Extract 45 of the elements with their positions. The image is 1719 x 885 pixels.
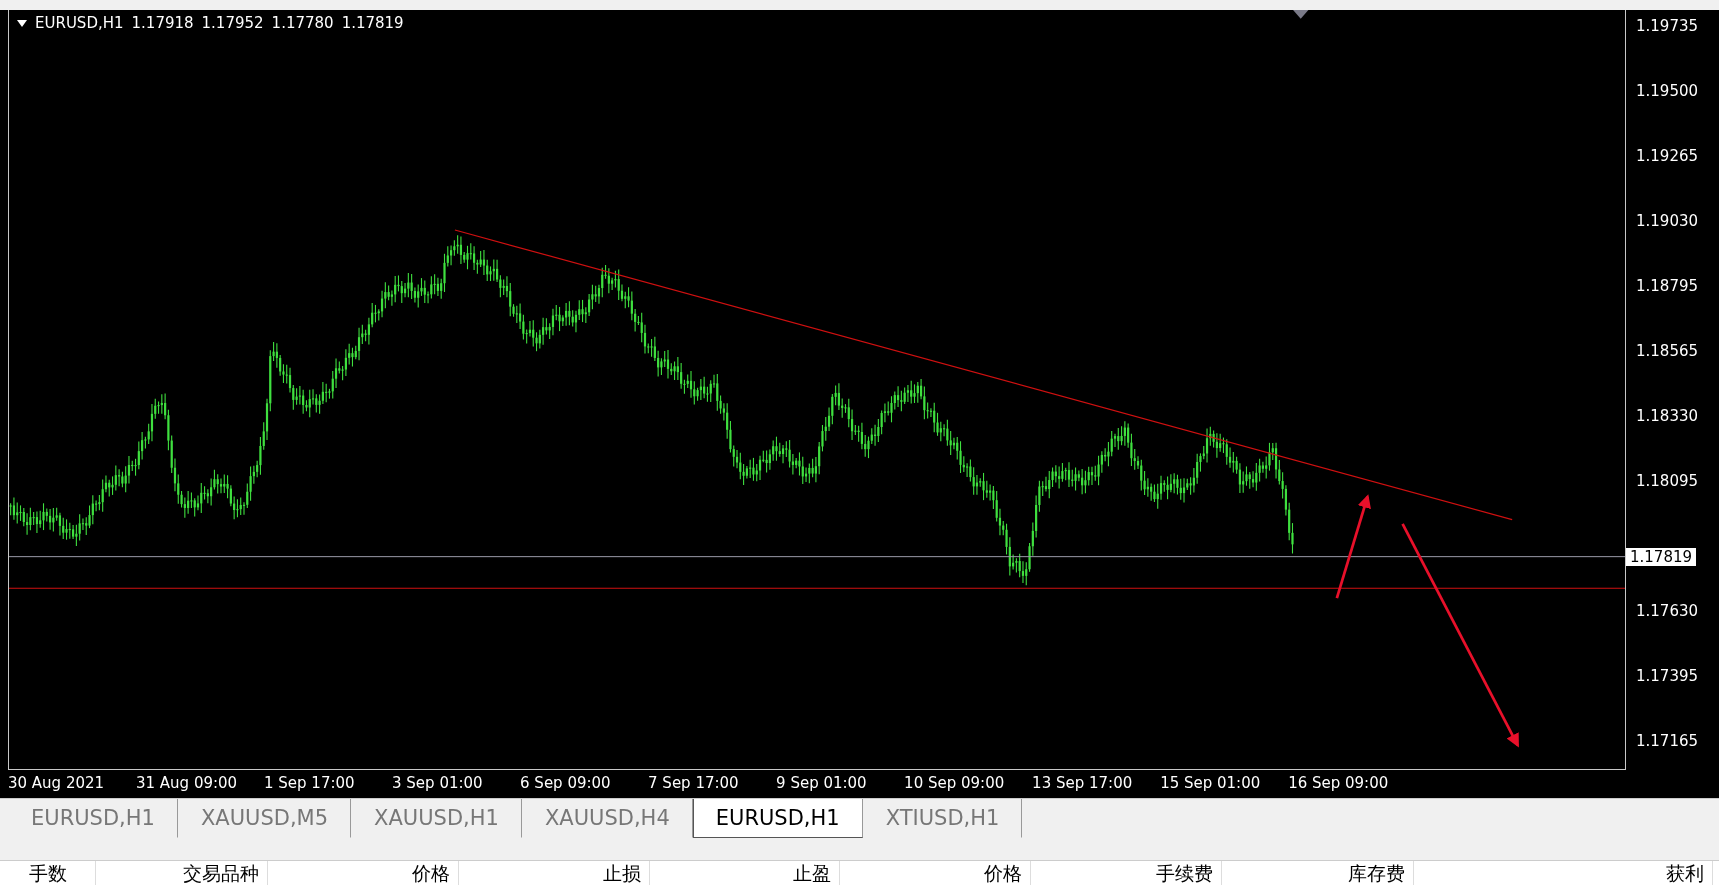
time-axis-label: 31 Aug 09:00 bbox=[136, 774, 238, 792]
price-axis-label: 1.19030 bbox=[1636, 212, 1699, 231]
chart-tab[interactable]: EURUSD,H1 bbox=[692, 799, 863, 838]
column-header[interactable]: 获利 bbox=[1414, 861, 1713, 885]
ohlc-value: 1.17819 bbox=[341, 14, 404, 32]
column-header[interactable]: 止盈 bbox=[650, 861, 840, 885]
price-axis-label: 1.19265 bbox=[1636, 147, 1699, 166]
column-header[interactable]: 止损 bbox=[459, 861, 650, 885]
chart-tab[interactable]: XTIUSD,H1 bbox=[862, 799, 1023, 838]
chart-symbol: EURUSD,H1 bbox=[35, 14, 124, 32]
time-axis-label: 7 Sep 17:00 bbox=[648, 774, 739, 792]
price-axis-label: 1.19735 bbox=[1636, 17, 1699, 36]
dropdown-icon[interactable] bbox=[17, 19, 27, 27]
price-axis-label: 1.17630 bbox=[1636, 601, 1699, 620]
time-axis-label: 30 Aug 2021 bbox=[8, 774, 105, 792]
column-header[interactable]: 价格 bbox=[268, 861, 459, 885]
price-axis-label: 1.17395 bbox=[1636, 666, 1699, 685]
shift-marker-icon bbox=[1293, 10, 1309, 19]
column-header[interactable]: 手数 bbox=[0, 861, 96, 885]
chart-tab[interactable]: EURUSD,H1 bbox=[8, 799, 178, 838]
price-axis-label: 1.17165 bbox=[1636, 731, 1699, 750]
time-axis-label: 15 Sep 01:00 bbox=[1160, 774, 1261, 792]
price-axis-label: 1.18795 bbox=[1636, 277, 1699, 296]
chart-tab[interactable]: XAUUSD,H1 bbox=[351, 799, 522, 838]
column-header[interactable]: 交易品种 bbox=[96, 861, 268, 885]
ohlc-value: 1.17780 bbox=[271, 14, 334, 32]
time-axis-label: 3 Sep 01:00 bbox=[392, 774, 483, 792]
current-price-label: 1.17819 bbox=[1626, 548, 1697, 567]
price-axis-label: 1.18095 bbox=[1636, 471, 1699, 490]
column-header[interactable]: 手续费 bbox=[1031, 861, 1222, 885]
time-axis-label: 9 Sep 01:00 bbox=[776, 774, 867, 792]
ohlc-value: 1.17918 bbox=[131, 14, 194, 32]
time-axis-label: 16 Sep 09:00 bbox=[1288, 774, 1389, 792]
price-axis-label: 1.19500 bbox=[1636, 82, 1699, 101]
time-axis-label: 1 Sep 17:00 bbox=[264, 774, 355, 792]
time-axis-label: 13 Sep 17:00 bbox=[1032, 774, 1133, 792]
price-axis-label: 1.18565 bbox=[1636, 342, 1699, 360]
price-axis-label: 1.18330 bbox=[1636, 406, 1699, 425]
column-header[interactable]: 库存费 bbox=[1222, 861, 1414, 885]
time-axis-label: 10 Sep 09:00 bbox=[904, 774, 1005, 792]
chart-tab[interactable]: XAUUSD,M5 bbox=[177, 799, 352, 838]
ohlc-value: 1.17952 bbox=[201, 14, 264, 32]
chart-tab[interactable]: XAUUSD,H4 bbox=[521, 799, 693, 838]
column-header[interactable]: 价格 bbox=[840, 861, 1031, 885]
time-axis-label: 6 Sep 09:00 bbox=[520, 774, 611, 792]
